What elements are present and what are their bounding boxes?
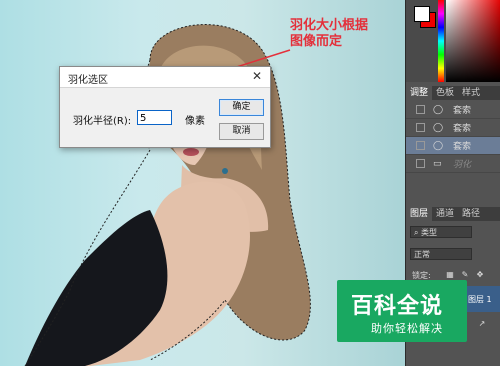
watermark-subtitle: 助你轻松解决 (371, 322, 443, 335)
layer-name: 图层 1 (468, 295, 492, 304)
cancel-button[interactable]: 取消 (219, 123, 264, 140)
tab-adjust[interactable]: 调整 (406, 86, 433, 100)
tab-channels[interactable]: 通道 (432, 207, 458, 221)
color-picker-field[interactable] (446, 0, 500, 82)
layers-tabs: 图层 通道 路径 (406, 207, 500, 221)
history-checkbox[interactable] (416, 105, 425, 114)
history-item[interactable]: ◯ 套索 (406, 101, 500, 119)
history-checkbox[interactable] (416, 159, 425, 168)
history-item[interactable]: ◯ 套索 (406, 119, 500, 137)
history-item[interactable]: ▭ 羽化 (406, 155, 500, 173)
lasso-icon: ◯ (433, 104, 444, 115)
blend-mode-select[interactable]: 正常 (410, 248, 472, 260)
history-item-label: 套索 (453, 142, 472, 152)
document-icon: ▭ (433, 158, 442, 169)
lock-pixels-icon[interactable]: ▦ (446, 271, 454, 279)
annotation-line-2: 图像而定 (290, 34, 343, 49)
feather-selection-dialog: 羽化选区 ✕ 羽化半径(R): 5 像素 确定 取消 (59, 66, 271, 148)
hue-slider[interactable] (438, 0, 444, 82)
tab-layers[interactable]: 图层 (406, 207, 433, 221)
layer-filter-select[interactable]: ⌕ 类型 (410, 226, 472, 238)
history-checkbox[interactable] (416, 123, 425, 132)
ok-button[interactable]: 确定 (219, 99, 264, 116)
color-panel (406, 0, 500, 82)
history-item-selected[interactable]: ◯ 套索 (406, 137, 500, 155)
history-item-label: 套索 (453, 106, 472, 116)
adjust-tabs: 调整 色板 样式 (406, 86, 500, 100)
filter-label: 类型 (421, 228, 438, 237)
annotation-text: 羽化大小根据 图像而定 (290, 18, 368, 50)
feather-radius-input[interactable]: 5 (137, 110, 172, 125)
lasso-icon: ◯ (433, 122, 444, 133)
tab-styles[interactable]: 样式 (458, 86, 484, 100)
foreground-color-swatch[interactable] (414, 6, 430, 22)
unit-label: 像素 (185, 116, 205, 127)
lock-move-icon[interactable]: ✥ (476, 271, 484, 279)
watermark-title: 百科全说 (351, 294, 444, 319)
link-icon[interactable]: ↗ (478, 320, 486, 328)
close-icon[interactable]: ✕ (252, 69, 262, 83)
feather-radius-label: 羽化半径(R): (73, 116, 132, 127)
history-checkbox[interactable] (416, 141, 425, 150)
tab-swatches[interactable]: 色板 (432, 86, 458, 100)
search-icon: ⌕ (414, 228, 422, 237)
lasso-icon: ◯ (433, 140, 444, 151)
blend-mode-label: 正常 (414, 250, 430, 259)
lock-paint-icon[interactable]: ✎ (461, 271, 469, 279)
tab-paths[interactable]: 路径 (458, 207, 484, 221)
annotation-line-1: 羽化大小根据 (290, 18, 369, 33)
history-item-label: 套索 (453, 124, 472, 134)
dialog-title: 羽化选区 (68, 75, 108, 86)
watermark-logo: 百科全说 助你轻松解决 (337, 280, 467, 342)
dialog-titlebar[interactable]: 羽化选区 ✕ (60, 67, 270, 88)
history-item-label: 羽化 (453, 160, 472, 170)
